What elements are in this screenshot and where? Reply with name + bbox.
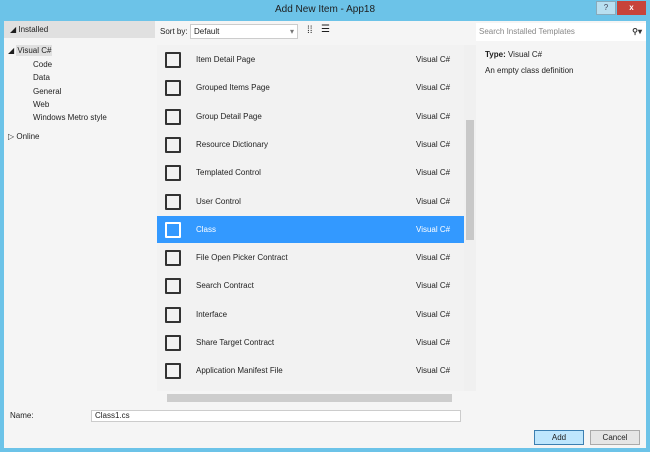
template-icon bbox=[165, 306, 181, 323]
template-name: File Open Picker Contract bbox=[196, 253, 288, 263]
details-pane: Search Installed Templates ⚲▾ Type: Visua… bbox=[476, 21, 646, 407]
type-label: Type: bbox=[485, 50, 506, 59]
template-name: Grouped Items Page bbox=[196, 83, 270, 93]
installed-label: Installed bbox=[18, 25, 49, 34]
type-info: Type: Visual C# bbox=[485, 50, 542, 59]
template-icon bbox=[165, 165, 181, 182]
template-row[interactable]: Application Manifest File Visual C# bbox=[157, 357, 464, 384]
template-icon bbox=[165, 108, 181, 125]
template-name: Class bbox=[196, 224, 217, 234]
help-button[interactable]: ? bbox=[596, 1, 616, 15]
template-icon bbox=[165, 335, 181, 351]
template-icon bbox=[165, 136, 181, 153]
tree-item-metro[interactable]: Windows Metro style bbox=[33, 113, 107, 122]
search-icon[interactable]: ⚲▾ bbox=[632, 23, 642, 41]
template-language: Visual C# bbox=[416, 139, 451, 149]
template-pane: Sort by: Default ▾ ⁞⁞ ☰ Item Detail Page V… bbox=[157, 21, 476, 407]
tree-visual-csharp[interactable]: ◢ Visual C# bbox=[8, 45, 53, 56]
template-name: Application Manifest File bbox=[196, 366, 283, 376]
scroll-thumb[interactable] bbox=[167, 394, 452, 402]
template-icon bbox=[165, 363, 181, 380]
template-name: User Control bbox=[196, 196, 241, 206]
template-description: An empty class definition bbox=[485, 66, 574, 75]
category-tree: ◢ Installed ◢ Visual C# Code Data Genera… bbox=[4, 21, 155, 407]
search-placeholder: Search Installed Templates bbox=[479, 27, 575, 36]
template-row[interactable]: Class Visual C# bbox=[157, 215, 464, 243]
template-row[interactable]: Share Target Contract Visual C# bbox=[157, 329, 464, 356]
template-name: Interface bbox=[196, 309, 228, 319]
add-button[interactable]: Add bbox=[534, 430, 584, 445]
medium-icons-view-icon[interactable]: ⁞⁞ bbox=[307, 25, 313, 36]
template-name: Resource Dictionary bbox=[196, 139, 269, 149]
chevron-down-icon: ▾ bbox=[289, 27, 294, 36]
scroll-thumb[interactable] bbox=[466, 120, 474, 240]
visual-csharp-label: Visual C# bbox=[16, 45, 53, 56]
template-name: Group Detail Page bbox=[196, 111, 262, 121]
template-row[interactable]: Interface Visual C# bbox=[157, 301, 464, 328]
template-row[interactable]: Resource Dictionary Visual C# bbox=[157, 131, 464, 158]
template-name: Templated Control bbox=[196, 168, 261, 178]
tree-online[interactable]: ▷ Online bbox=[8, 132, 40, 141]
tree-item-web[interactable]: Web bbox=[33, 100, 49, 109]
tree-item-data[interactable]: Data bbox=[33, 73, 50, 82]
template-name: Search Contract bbox=[196, 281, 254, 291]
template-language: Visual C# bbox=[416, 253, 451, 263]
template-row[interactable]: User Control Visual C# bbox=[157, 188, 464, 215]
tree-item-code[interactable]: Code bbox=[33, 60, 52, 69]
template-row[interactable]: Item Detail Page Visual C# bbox=[157, 46, 464, 73]
template-row[interactable]: Templated Control Visual C# bbox=[157, 159, 464, 186]
template-icon bbox=[165, 52, 181, 68]
template-language: Visual C# bbox=[416, 196, 451, 206]
template-language: Visual C# bbox=[416, 55, 451, 64]
template-language: Visual C# bbox=[416, 281, 451, 291]
close-button[interactable]: x bbox=[617, 1, 646, 15]
name-input[interactable]: Class1.cs bbox=[91, 410, 461, 422]
template-language: Visual C# bbox=[416, 83, 451, 93]
template-row[interactable]: Group Detail Page Visual C# bbox=[157, 103, 464, 130]
cancel-button[interactable]: Cancel bbox=[590, 430, 640, 445]
template-icon bbox=[165, 221, 181, 238]
template-language: Visual C# bbox=[416, 168, 451, 178]
sort-value: Default bbox=[194, 27, 220, 36]
template-icon bbox=[165, 80, 181, 97]
template-language: Visual C# bbox=[416, 338, 451, 347]
template-icon bbox=[165, 278, 181, 295]
template-name: Item Detail Page bbox=[196, 55, 256, 64]
tree-installed[interactable]: ◢ Installed bbox=[4, 21, 155, 38]
template-row[interactable]: Grouped Items Page Visual C# bbox=[157, 74, 464, 101]
template-icon bbox=[165, 193, 181, 210]
search-input[interactable]: Search Installed Templates ⚲▾ bbox=[476, 23, 646, 41]
template-row[interactable]: File Open Picker Contract Visual C# bbox=[157, 244, 464, 271]
tree-item-general[interactable]: General bbox=[33, 87, 61, 96]
template-icon bbox=[165, 250, 181, 267]
horizontal-scrollbar[interactable] bbox=[157, 393, 464, 403]
template-language: Visual C# bbox=[416, 224, 451, 234]
template-list: Item Detail Page Visual C# Grouped Items P… bbox=[157, 45, 464, 391]
type-value: Visual C# bbox=[507, 50, 543, 59]
name-label: Name: bbox=[10, 411, 34, 420]
list-view-icon[interactable]: ☰ bbox=[321, 24, 330, 35]
template-row[interactable]: Search Contract Visual C# bbox=[157, 272, 464, 299]
sort-bar: Sort by: Default ▾ ⁞⁞ ☰ bbox=[157, 21, 476, 43]
template-language: Visual C# bbox=[416, 309, 451, 319]
online-label: Online bbox=[16, 132, 40, 141]
sort-label: Sort by: bbox=[160, 27, 188, 36]
dialog-body: ◢ Installed ◢ Visual C# Code Data Genera… bbox=[4, 21, 646, 448]
window-title: Add New Item - App18 bbox=[274, 4, 376, 15]
sort-dropdown[interactable]: Default ▾ bbox=[190, 24, 298, 39]
template-language: Visual C# bbox=[416, 366, 451, 376]
template-name: Share Target Contract bbox=[196, 338, 275, 347]
template-language: Visual C# bbox=[416, 111, 451, 121]
vertical-scrollbar[interactable] bbox=[464, 45, 476, 391]
